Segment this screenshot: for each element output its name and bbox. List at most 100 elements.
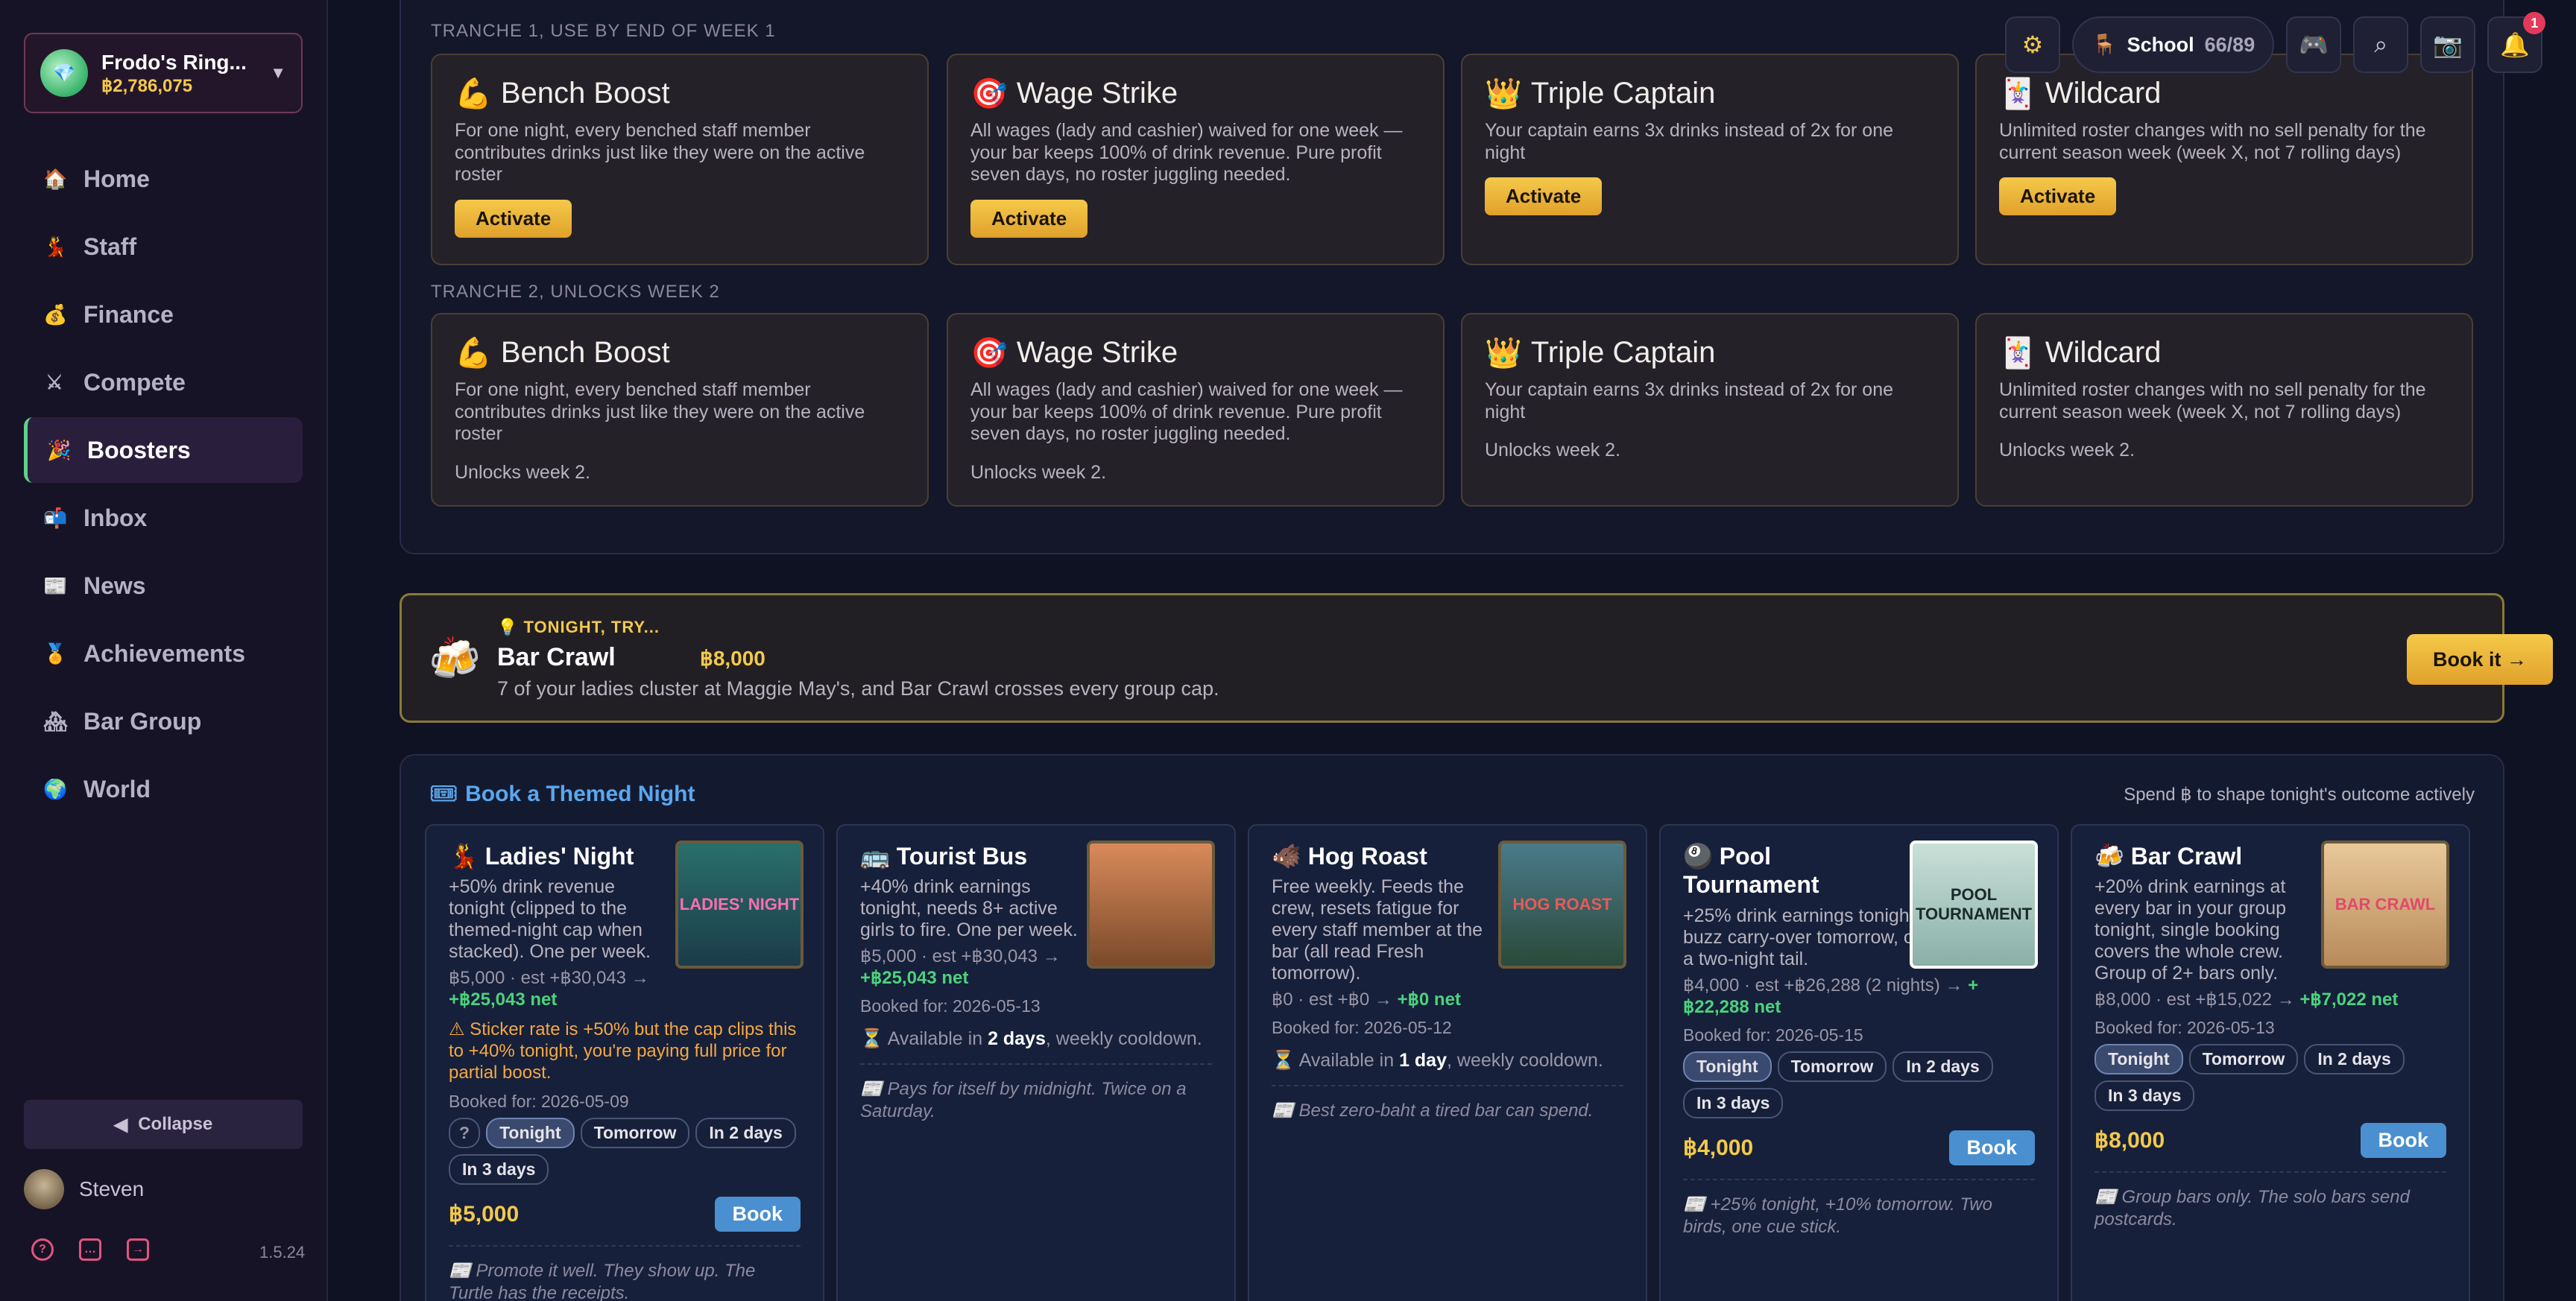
activate-button[interactable]: Activate: [970, 199, 1088, 238]
sidebar-item-inbox[interactable]: 📬 Inbox: [24, 485, 303, 551]
booster-card-wildcard: 🃏 Wildcard Unlimited roster changes with …: [1975, 54, 2473, 265]
bar-switcher[interactable]: 💎 Frodo's Ring... ฿2,786,075 ▼: [24, 33, 303, 113]
logout-icon[interactable]: →: [127, 1238, 149, 1261]
availability-days: 1 day: [1399, 1050, 1447, 1071]
day-pill-in-3-days[interactable]: In 3 days: [449, 1153, 549, 1185]
day-pill-in-2-days[interactable]: In 2 days: [695, 1117, 796, 1148]
notifications-button[interactable]: 🔔 1: [2487, 12, 2546, 73]
night-price: ฿8,000: [2094, 1128, 2165, 1153]
night-card-bar-crawl: BAR CRAWL 🍻 Bar Crawl +20% drink earning…: [2071, 824, 2470, 1301]
sidebar-item-achievements[interactable]: 🏅 Achievements: [24, 621, 303, 686]
book-button[interactable]: Book: [2360, 1123, 2446, 1159]
search-button[interactable]: ⌕: [2353, 16, 2409, 73]
user-profile[interactable]: Steven: [24, 1168, 144, 1210]
sidebar-nav: 🏠 Home 💃 Staff 💰 Finance ⚔ Compete 🎉 Boosters…: [24, 146, 303, 824]
bar-name: Frodo's Ring...: [101, 50, 247, 74]
night-price-line: ฿8,000 · est +฿15,022 → +฿7,022 net: [2094, 989, 2446, 1010]
sidebar-item-finance[interactable]: 💰 Finance: [24, 282, 303, 347]
themed-night-title-text: Book a Themed Night: [465, 781, 695, 806]
day-pill-tonight[interactable]: Tonight: [2094, 1044, 2183, 1075]
tranche-2-label: TRANCHE 2, UNLOCKS WEEK 2: [431, 282, 720, 302]
settings-button[interactable]: ⚙: [2005, 16, 2060, 73]
sidebar-item-world[interactable]: 🌍 World: [24, 756, 303, 822]
booster-title: 👑 Triple Captain: [1485, 76, 1935, 111]
net-value: +฿0 net: [1397, 990, 1461, 1010]
user-name: Steven: [79, 1177, 145, 1200]
chevron-down-icon: ▼: [270, 63, 286, 82]
crossed-swords-icon: ⚔: [45, 370, 63, 393]
day-pill-in-3-days[interactable]: In 3 days: [1683, 1087, 1784, 1118]
activate-button[interactable]: Activate: [1999, 177, 2117, 215]
day-pill-tonight[interactable]: Tonight: [486, 1117, 575, 1148]
game-button[interactable]: 🎮: [2286, 16, 2342, 73]
gear-icon: ⚙: [2021, 31, 2044, 58]
night-title: 🍻 Bar Crawl: [2094, 842, 2318, 870]
bar-balance: ฿2,786,075: [101, 75, 193, 96]
night-description: Free weekly. Feeds the crew, resets fati…: [1272, 876, 1483, 984]
sidebar-item-label: News: [83, 572, 146, 599]
booster-title: 👑 Triple Captain: [1485, 335, 1935, 370]
help-icon[interactable]: ?: [31, 1238, 54, 1261]
day-pill-in-3-days[interactable]: In 3 days: [2094, 1080, 2195, 1112]
booster-description: All wages (lady and cashier) waived for …: [970, 379, 1403, 444]
sidebar-item-boosters[interactable]: 🎉 Boosters: [24, 417, 303, 483]
sidebar-item-label: Inbox: [83, 504, 148, 531]
poster-text: HOG ROAST: [1512, 895, 1612, 914]
top-header: ⚙ 🪑 School 66/89 🎮 ⌕ 📷 🔔 1: [2005, 12, 2546, 73]
availability-suffix: , weekly cooldown.: [1045, 1028, 1202, 1050]
day-pill-tomorrow[interactable]: Tomorrow: [580, 1117, 690, 1148]
day-pill-tomorrow[interactable]: Tomorrow: [2188, 1044, 2299, 1075]
booster-title-text: Triple Captain: [1530, 336, 1716, 369]
night-title-text: Tourist Bus: [896, 843, 1028, 870]
booster-card-bench-boost: 💪 Bench Boost For one night, every benche…: [431, 54, 929, 265]
day-pill-in-2-days[interactable]: In 2 days: [1892, 1051, 1993, 1082]
chevron-left-icon: ◀: [113, 1114, 128, 1135]
book-button[interactable]: Book: [1948, 1130, 2035, 1165]
sidebar-item-label: Staff: [83, 232, 137, 260]
sidebar-item-compete[interactable]: ⚔ Compete: [24, 349, 303, 415]
crown-icon: 👑: [1485, 337, 1522, 370]
sidebar-item-news[interactable]: 📰 News: [24, 553, 303, 618]
party-popper-icon: 🎉: [47, 438, 72, 461]
unlock-note: Unlocks week 2.: [970, 461, 1107, 483]
sidebar-item-label: Bar Group: [83, 707, 202, 735]
bus-icon: 🚌: [860, 843, 890, 870]
night-price: ฿5,000: [449, 1201, 520, 1226]
money-bag-icon: 💰: [43, 303, 68, 326]
globe-icon: 🌍: [43, 777, 68, 800]
night-price-line: ฿4,000 · est +฿26,288 (2 nights) → +฿22,…: [1683, 975, 2035, 1018]
booster-title-text: Triple Captain: [1530, 77, 1716, 110]
tonight-description: 7 of your ladies cluster at Maggie May's…: [497, 677, 1219, 700]
night-card-ladies-night: LADIES' NIGHT 💃 Ladies' Night +50% drink…: [425, 824, 824, 1301]
billiard-ball-icon: 🎱: [1683, 843, 1713, 870]
day-pill-tomorrow[interactable]: Tomorrow: [1777, 1051, 1887, 1082]
school-label: School: [2127, 33, 2194, 56]
flexed-biceps-icon: 💪: [455, 337, 492, 370]
booster-card-bench-boost-locked: 💪 Bench Boost For one night, every benche…: [431, 313, 929, 507]
sidebar-item-bar-group[interactable]: 🏘 Bar Group: [24, 689, 303, 754]
net-value: +฿25,043 net: [449, 990, 558, 1010]
night-price: ฿4,000: [1683, 1135, 1754, 1160]
night-price-line: ฿0 · est +฿0 → +฿0 net: [1272, 989, 1623, 1010]
book-it-button[interactable]: Book it →: [2407, 634, 2553, 685]
activate-button[interactable]: Activate: [1485, 177, 1603, 215]
availability-days: 2 days: [988, 1028, 1046, 1050]
day-pill-tonight[interactable]: Tonight: [1683, 1051, 1772, 1082]
divider: [1683, 1178, 2035, 1180]
poster-text: BAR CRAWL: [2334, 895, 2436, 914]
activate-button[interactable]: Activate: [455, 199, 572, 238]
sidebar-item-home[interactable]: 🏠 Home: [24, 146, 303, 212]
collapse-button[interactable]: ◀ Collapse: [24, 1100, 303, 1149]
sidebar-item-staff[interactable]: 💃 Staff: [24, 214, 303, 279]
book-button[interactable]: Book: [714, 1196, 801, 1232]
meat-icon: 🐗: [1272, 843, 1301, 870]
help-pill[interactable]: ?: [449, 1117, 481, 1148]
day-pill-in-2-days[interactable]: In 2 days: [2304, 1044, 2405, 1075]
chat-icon[interactable]: …: [79, 1238, 101, 1261]
school-button[interactable]: 🪑 School 66/89: [2072, 16, 2275, 73]
night-description: +40% drink earnings tonight, needs 8+ ac…: [860, 876, 1078, 941]
booster-description: Unlimited roster changes with no sell pe…: [1999, 379, 2426, 422]
screenshot-button[interactable]: 📷: [2420, 16, 2476, 73]
sidebar-item-label: Compete: [83, 368, 186, 396]
availability-prefix: ⏳ Available in: [860, 1028, 983, 1050]
